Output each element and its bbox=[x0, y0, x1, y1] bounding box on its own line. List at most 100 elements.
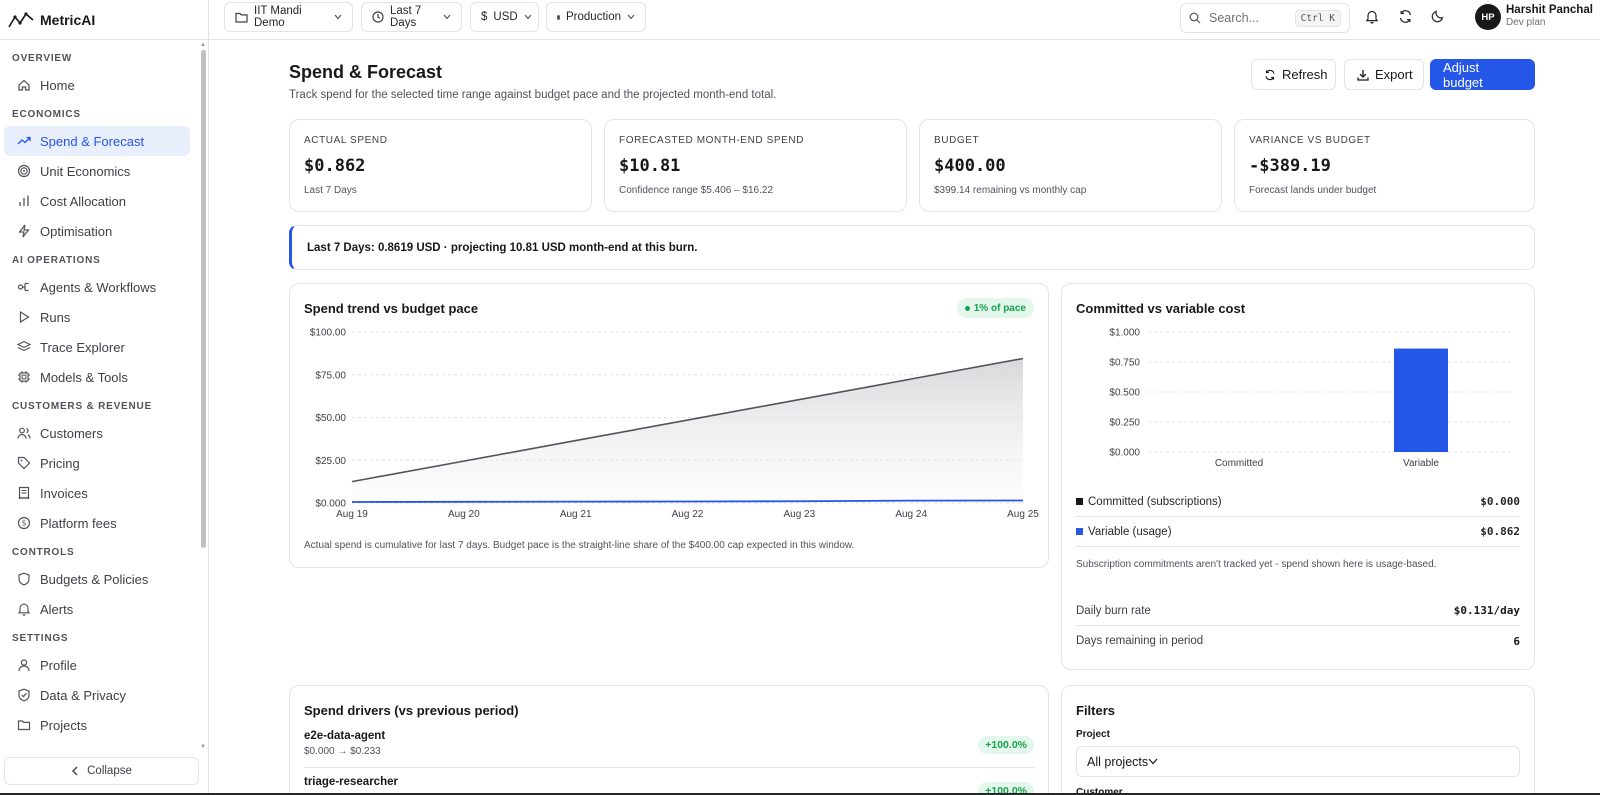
search-input[interactable]: Search... Ctrl K bbox=[1180, 3, 1350, 33]
x-tick-label: Aug 24 bbox=[895, 509, 927, 520]
scroll-down-arrow-icon[interactable]: ▼ bbox=[200, 744, 206, 750]
sidebar-item-label: Models & Tools bbox=[40, 369, 128, 385]
sidebar-item-label: Optimisation bbox=[40, 223, 113, 239]
time-range-selector[interactable]: Last 7 Days bbox=[361, 2, 462, 32]
y-tick-label: $50.00 bbox=[315, 413, 346, 424]
sidebar-item-data-privacy[interactable]: Data & Privacy bbox=[4, 680, 190, 710]
sidebar-item-runs[interactable]: Runs bbox=[4, 302, 190, 332]
brand[interactable]: MetricAI bbox=[0, 0, 208, 40]
category-label: Variable bbox=[1403, 458, 1439, 469]
sidebar-item-profile[interactable]: Profile bbox=[4, 650, 190, 680]
sidebar: MetricAI OVERVIEW Home ECONOMICS Spend & Fo… bbox=[0, 0, 209, 795]
kpi-label: FORECASTED MONTH-END SPEND bbox=[619, 135, 805, 146]
sidebar-item-agents-workflows[interactable]: Agents & Workflows bbox=[4, 272, 190, 302]
project-select[interactable]: All projects bbox=[1076, 746, 1520, 777]
workspace-selector[interactable]: IIT Mandi Demo bbox=[224, 2, 353, 32]
kpi-subtext: Last 7 Days bbox=[304, 185, 357, 196]
spend-drivers-title: Spend drivers (vs previous period) bbox=[304, 703, 519, 718]
spend-trend-title: Spend trend vs budget pace bbox=[304, 301, 479, 316]
spend-trend-card: Spend trend vs budget pace 1% of pace $0… bbox=[289, 283, 1049, 568]
bar-variable[interactable] bbox=[1394, 348, 1448, 452]
stat-row: Daily burn rate $0.131/day bbox=[1076, 596, 1520, 626]
stat-label: Days remaining in period bbox=[1076, 635, 1204, 647]
sidebar-item-label: Cost Allocation bbox=[40, 193, 126, 209]
committed-variable-chart[interactable]: $0.000 $0.250 $0.500 $0.750 $1.000 Committed V… bbox=[1062, 320, 1534, 478]
scroll-thumb[interactable] bbox=[201, 50, 206, 548]
search-shortcut: Ctrl K bbox=[1294, 9, 1341, 27]
kpi-label: VARIANCE VS BUDGET bbox=[1249, 135, 1371, 146]
sidebar-item-alerts[interactable]: Alerts bbox=[4, 594, 190, 624]
search-icon bbox=[1189, 12, 1201, 24]
adjust-budget-button[interactable]: Adjust budget bbox=[1430, 59, 1535, 90]
sidebar-item-spend-forecast[interactable]: Spend & Forecast bbox=[4, 126, 190, 156]
topbar: IIT Mandi Demo Last 7 Days $ USD Product… bbox=[209, 0, 1600, 40]
project-filter-label: Project bbox=[1076, 729, 1110, 740]
export-button[interactable]: Export bbox=[1344, 59, 1424, 90]
driver-name: triage-researcher bbox=[304, 776, 398, 788]
sidebar-item-optimisation[interactable]: Optimisation bbox=[4, 216, 190, 246]
sidebar-item-label: Runs bbox=[40, 309, 71, 325]
sidebar-item-label: Spend & Forecast bbox=[40, 133, 145, 149]
pace-badge-label: 1% of pace bbox=[973, 302, 1026, 314]
moon-icon[interactable] bbox=[1431, 9, 1445, 23]
kpi-value: $400.00 bbox=[934, 156, 1006, 176]
user-name[interactable]: Harshit Panchal bbox=[1506, 4, 1593, 16]
refresh-button[interactable]: Refresh bbox=[1251, 59, 1336, 90]
refresh-icon[interactable] bbox=[1398, 9, 1413, 24]
nav-section-heading: CUSTOMERS & REVENUE bbox=[12, 401, 153, 412]
sidebar-item-home[interactable]: Home bbox=[4, 70, 190, 100]
sidebar-scrollbar[interactable]: ▲ ▼ bbox=[200, 42, 206, 750]
download-icon bbox=[1357, 69, 1369, 81]
sidebar-item-label: Invoices bbox=[40, 485, 88, 501]
stat-row: Days remaining in period 6 bbox=[1076, 626, 1520, 656]
sidebar-item-unit-economics[interactable]: Unit Economics bbox=[4, 156, 190, 186]
layers-icon bbox=[17, 340, 31, 354]
sidebar-item-projects[interactable]: Projects bbox=[4, 710, 190, 740]
sidebar-item-label: Projects bbox=[40, 717, 87, 733]
sidebar-item-budgets-policies[interactable]: Budgets & Policies bbox=[4, 564, 190, 594]
x-tick-label: Aug 21 bbox=[560, 509, 592, 520]
user-icon bbox=[17, 658, 31, 672]
driver-row[interactable]: triage-researcher +100.0% bbox=[304, 768, 1034, 795]
status-dot-icon bbox=[557, 14, 561, 20]
legend-row: Variable (usage) $0.862 bbox=[1076, 517, 1520, 547]
tag-icon bbox=[17, 456, 31, 470]
refresh-icon bbox=[1264, 69, 1276, 81]
chevron-left-icon bbox=[71, 766, 79, 776]
bell-icon[interactable] bbox=[1365, 9, 1379, 24]
driver-range: $0.000 → $0.233 bbox=[304, 746, 381, 757]
scroll-up-arrow-icon[interactable]: ▲ bbox=[200, 42, 206, 48]
logo-icon bbox=[8, 11, 34, 29]
sidebar-item-label: Home bbox=[40, 77, 75, 93]
export-label: Export bbox=[1375, 67, 1413, 82]
avatar[interactable]: HP bbox=[1475, 4, 1501, 30]
collapse-button[interactable]: Collapse bbox=[4, 757, 199, 785]
user-plan: Dev plan bbox=[1506, 17, 1546, 28]
nav-section-heading: CONTROLS bbox=[12, 547, 75, 558]
sidebar-item-label: Alerts bbox=[40, 601, 74, 617]
driver-row[interactable]: e2e-data-agent $0.000 → $0.233 +100.0% bbox=[304, 722, 1034, 768]
currency-selector[interactable]: $ USD bbox=[470, 2, 539, 32]
sidebar-item-pricing[interactable]: Pricing bbox=[4, 448, 190, 478]
sidebar-item-label: API Keys bbox=[40, 748, 93, 750]
sidebar-item-cost-allocation[interactable]: Cost Allocation bbox=[4, 186, 190, 216]
sidebar-item-trace-explorer[interactable]: Trace Explorer bbox=[4, 332, 190, 362]
key-icon bbox=[17, 748, 31, 749]
workspace-label: IIT Mandi Demo bbox=[254, 5, 302, 29]
sidebar-item-api-keys[interactable]: API Keys bbox=[4, 740, 190, 750]
summary-banner: Last 7 Days: 0.8619 USD · projecting 10.… bbox=[289, 225, 1535, 270]
sidebar-item-platform-fees[interactable]: $ Platform fees bbox=[4, 508, 190, 538]
sidebar-item-invoices[interactable]: Invoices bbox=[4, 478, 190, 508]
y-tick-label: $100.00 bbox=[310, 328, 347, 339]
shield-check-icon bbox=[17, 688, 31, 702]
cpu-icon bbox=[17, 370, 31, 384]
shield-icon bbox=[17, 572, 31, 586]
environment-selector[interactable]: Production bbox=[546, 2, 646, 32]
committed-variable-title: Committed vs variable cost bbox=[1076, 301, 1246, 316]
stat-value: 6 bbox=[1513, 634, 1520, 648]
receipt-icon bbox=[17, 486, 31, 500]
sidebar-item-models-tools[interactable]: Models & Tools bbox=[4, 362, 190, 392]
sidebar-item-customers[interactable]: Customers bbox=[4, 418, 190, 448]
kpi-value: $10.81 bbox=[619, 156, 681, 176]
spend-trend-chart[interactable]: $0.000 $25.00 $50.00 $75.00 $100.00 Aug 19 Aug… bbox=[290, 322, 1048, 522]
